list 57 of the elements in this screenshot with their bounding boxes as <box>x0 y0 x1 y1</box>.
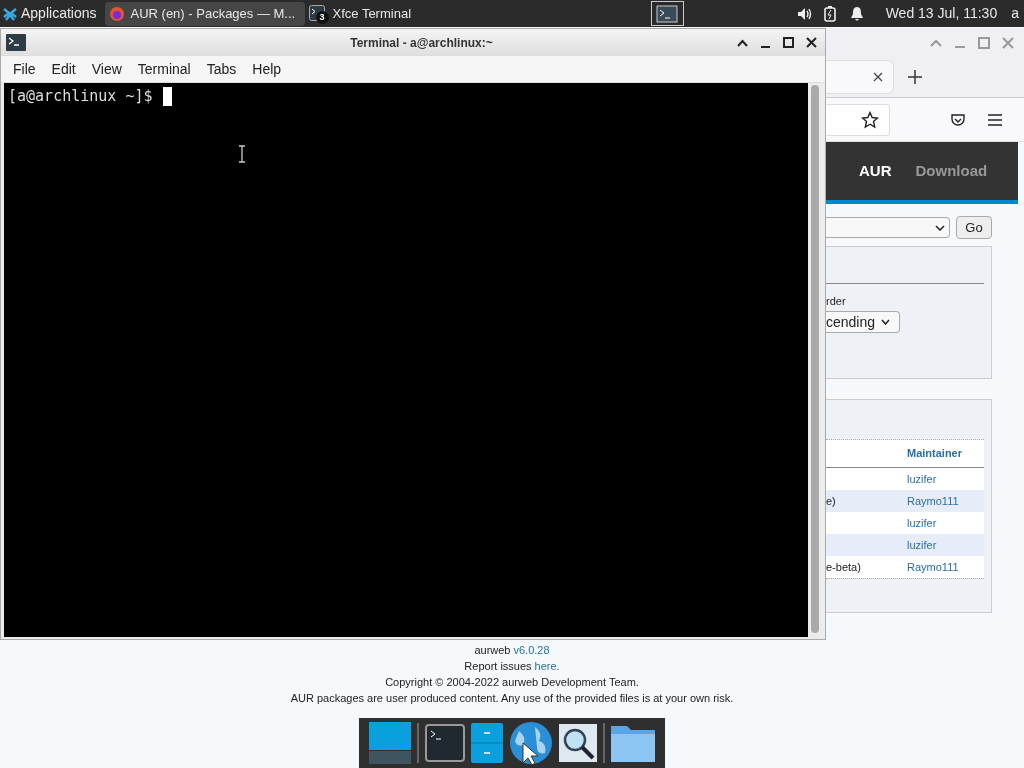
magnifier-icon[interactable] <box>559 724 597 762</box>
terminal-screen[interactable]: [a@archlinux ~]$ <box>4 83 808 637</box>
field-label: rder <box>826 294 847 308</box>
disclaimer-text: AUR packages are user produced content. Any use of the provided files is at your own risk. <box>290 691 734 706</box>
xfce-logo-icon <box>3 6 17 21</box>
chevron-down-icon <box>935 224 945 231</box>
maintainer-link[interactable]: luzifer <box>907 536 937 554</box>
taskbar-button[interactable]: AUR (en) - Packages — M... <box>104 1 305 26</box>
issues-link[interactable]: here. <box>534 658 560 674</box>
menu-item[interactable]: Help <box>244 58 290 80</box>
terminal-icon[interactable] <box>425 724 465 762</box>
user-name[interactable]: a <box>1011 3 1019 24</box>
folder-icon[interactable] <box>611 724 655 762</box>
menu-item[interactable]: File <box>5 58 44 80</box>
maintainer-link[interactable]: luzifer <box>907 514 937 532</box>
maintainer-link[interactable]: Raymo111 <box>907 492 959 510</box>
pocket-icon[interactable] <box>950 111 966 128</box>
prompt-text: [a@archlinux ~]$ <box>8 86 153 106</box>
scrollbar-thumb[interactable] <box>811 85 819 633</box>
plus-icon[interactable] <box>908 69 922 84</box>
menu-item[interactable]: Tabs <box>198 58 245 80</box>
menu-item[interactable]: Terminal <box>129 58 199 80</box>
copyright-text: Copyright © 2004-2022 aurweb Development Team. <box>385 675 639 690</box>
terminal-icon <box>656 4 678 23</box>
maximize-icon[interactable] <box>783 37 794 48</box>
close-icon[interactable] <box>873 71 883 82</box>
maintainer-link[interactable]: luzifer <box>907 470 937 488</box>
version-link[interactable]: v6.0.28 <box>513 642 550 658</box>
window-title: Terminal - a@archlinux:~ <box>349 34 494 52</box>
text-cursor-icon <box>238 145 246 163</box>
text-cursor <box>162 86 172 106</box>
menu-icon[interactable] <box>988 113 1002 126</box>
footer-text: Report issues <box>464 659 532 674</box>
address-bar[interactable] <box>826 103 890 136</box>
table-cell-text: e) <box>826 493 837 509</box>
collapse-icon[interactable] <box>737 38 748 47</box>
chevron-down-icon <box>881 319 891 325</box>
workspace-button[interactable] <box>650 1 684 26</box>
close-icon[interactable] <box>806 37 817 48</box>
nav-link[interactable]: AUR <box>859 159 892 183</box>
maintainer-link[interactable]: Raymo111 <box>907 558 959 576</box>
star-icon[interactable] <box>861 110 879 129</box>
desktop-icon[interactable] <box>369 722 411 764</box>
menu-item[interactable]: View <box>83 58 130 80</box>
sort-order-dropdown[interactable]: cending <box>826 311 900 333</box>
footer-text: aurweb <box>474 643 511 658</box>
browser-icon <box>108 5 125 22</box>
clock-text[interactable]: Wed 13 Jul, 11:30 <box>885 3 998 24</box>
go-button[interactable]: Go <box>956 216 992 239</box>
table-cell-text: e-beta) <box>826 559 862 575</box>
nav-link[interactable]: Download <box>915 159 988 183</box>
battery-icon[interactable] <box>823 5 836 22</box>
applications-menu-button[interactable]: Applications <box>0 0 105 27</box>
globe-cursor-icon[interactable] <box>509 721 553 765</box>
terminal-icon <box>6 34 26 51</box>
menu-item[interactable]: Edit <box>43 58 84 80</box>
bell-icon[interactable] <box>849 5 864 22</box>
